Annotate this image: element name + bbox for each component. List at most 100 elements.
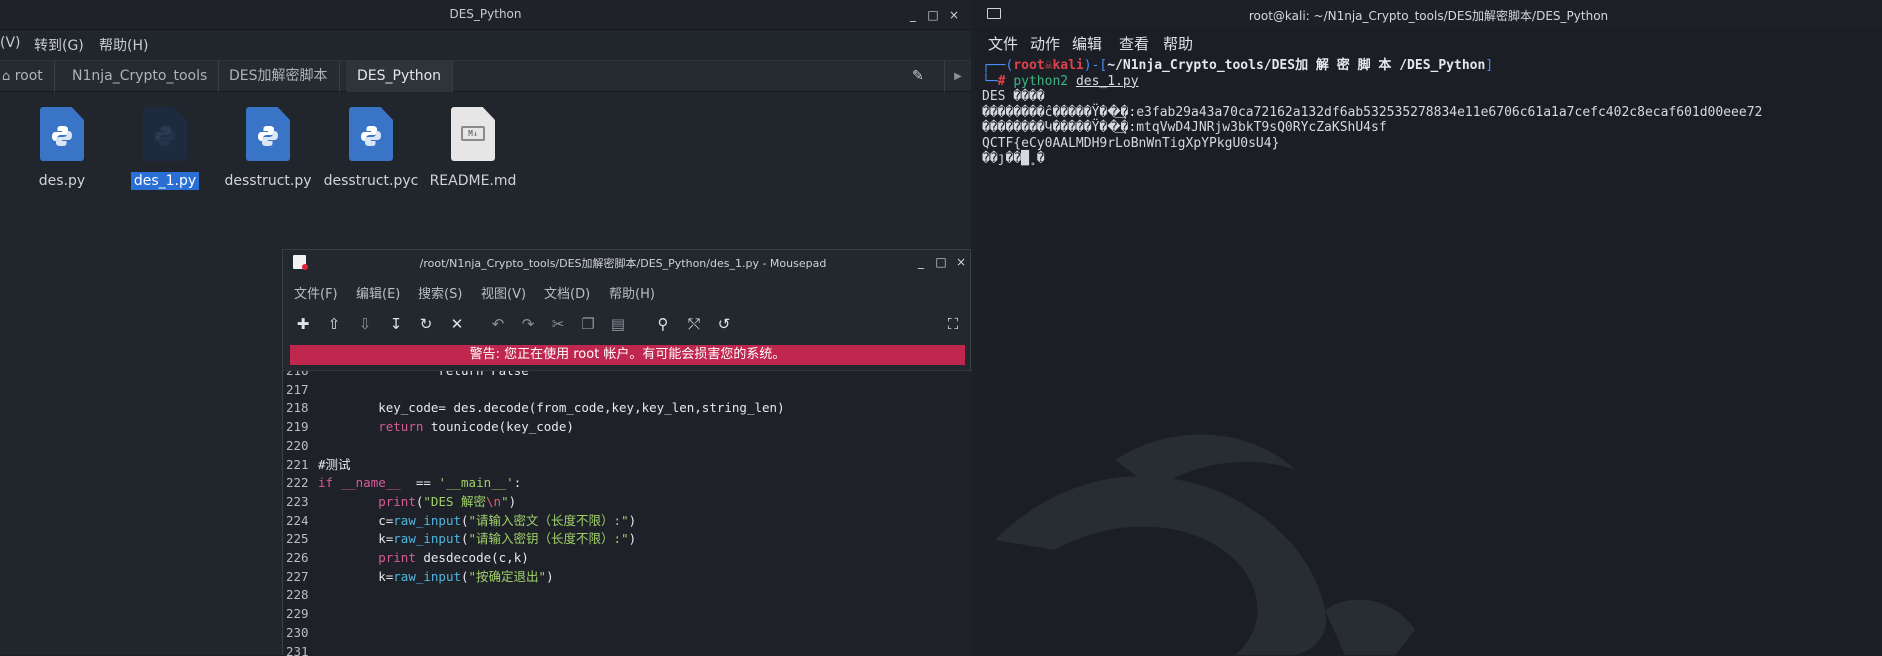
python-file-icon — [349, 107, 393, 161]
mousepad-maximize-button[interactable]: □ — [933, 254, 949, 270]
edit-path-icon[interactable]: ✎ — [912, 68, 924, 84]
mousepad-toolbar: ✚ ⇧ ⇩ ↧ ↻ ✕ ↶ ↷ ✂ ❐ ▤ ⚲ ⤲ ↺ ⛶ — [283, 310, 972, 338]
terminal-menu-action[interactable]: 动作 — [1030, 33, 1060, 54]
undo-icon[interactable]: ↶ — [488, 314, 508, 334]
menu-go[interactable]: 转到(G) — [34, 35, 84, 55]
file-manager-menubar: (V) 转到(G) 帮助(H) — [0, 30, 971, 56]
crumb-root-label: root — [15, 68, 43, 84]
close-button[interactable]: × — [946, 7, 962, 23]
mp-menu-edit[interactable]: 编辑(E) — [356, 283, 400, 302]
file-item[interactable]: desstruct.py — [216, 107, 320, 190]
code-line: 222if __name__ == '__main__': — [283, 474, 972, 493]
code-line: 224 c=raw_input("请输入密文（长度不限）:") — [283, 512, 972, 531]
terminal-menu-help[interactable]: 帮助 — [1163, 33, 1193, 54]
prompt-line-2: └─# python2 des_1.py — [982, 74, 1882, 90]
maximize-button[interactable]: □ — [925, 7, 941, 23]
prompt-path: ~/N1nja_Crypto_tools/DES加 解 密 脚 本 /DES_P… — [1107, 58, 1485, 73]
output-line: DES ���� — [982, 89, 1882, 105]
file-manager-titlebar: DES_Python _ □ × — [0, 0, 971, 30]
code-line: 229 — [283, 605, 972, 624]
mousepad-close-button[interactable]: × — [953, 254, 969, 270]
kali-dragon-watermark — [995, 420, 1515, 655]
new-document-icon[interactable]: ✚ — [293, 314, 313, 334]
terminal-menu-file[interactable]: 文件 — [988, 33, 1018, 54]
open-upload-icon[interactable]: ⇧ — [324, 314, 344, 334]
menu-view[interactable]: (V) — [0, 35, 21, 51]
crumb-des-scripts[interactable]: DES加解密脚本 — [218, 61, 340, 92]
code-line: 219 return tounicode(key_code) — [283, 418, 972, 437]
code-line: 221#测试 — [283, 456, 972, 475]
terminal-output[interactable]: ┌──(root☠kali)-[~/N1nja_Crypto_tools/DES… — [982, 58, 1882, 167]
file-name: des.py — [36, 172, 88, 190]
mp-menu-file[interactable]: 文件(F) — [294, 283, 338, 302]
crumb-ninja-tools[interactable]: N1nja_Crypto_tools — [61, 61, 219, 92]
file-item[interactable]: desstruct.pyc — [319, 107, 423, 190]
code-line: 218 key_code= des.decode(from_code,key,k… — [283, 399, 972, 418]
reload-icon[interactable]: ↻ — [416, 314, 436, 334]
output-line: ��������Կ�����Ÿ��͢�:mtqVwD4JNRjw3bkT9sQ0… — [982, 120, 1882, 136]
save-as-icon[interactable]: ↧ — [386, 314, 406, 334]
terminal-menu-view[interactable]: 查看 — [1119, 33, 1149, 54]
output-line: QCTF{eCy0AALMDH9rLoBnWnTigXpYPkgU0sU4} — [982, 136, 1882, 152]
redo-icon[interactable]: ↷ — [518, 314, 538, 334]
terminal-title: root@kali: ~/N1nja_Crypto_tools/DES加解密脚本… — [975, 7, 1882, 24]
minimize-button[interactable]: _ — [905, 7, 921, 23]
home-icon: ⌂ — [2, 69, 10, 84]
mousepad-titlebar: /root/N1nja_Crypto_tools/DES加解密脚本/DES_Py… — [283, 250, 972, 274]
prompt-host: kali — [1052, 58, 1083, 73]
file-manager-title: DES_Python — [0, 7, 971, 21]
path-forward-icon[interactable]: ▶ — [944, 61, 971, 92]
code-line: 228 — [283, 586, 972, 605]
code-line: 230 — [283, 624, 972, 643]
python-file-icon — [143, 107, 187, 161]
file-item-selected[interactable]: des_1.py — [113, 107, 217, 190]
mp-menu-search[interactable]: 搜索(S) — [418, 283, 462, 302]
paste-icon[interactable]: ▤ — [608, 314, 628, 334]
code-line: 225 k=raw_input("请输入密钥（长度不限）:") — [283, 530, 972, 549]
mousepad-window: /root/N1nja_Crypto_tools/DES加解密脚本/DES_Py… — [282, 249, 971, 655]
code-line: 220 — [283, 437, 972, 456]
output-line: ��������ĉ�����Ÿ��͢�:e3fab29a43a70ca72162… — [982, 105, 1882, 121]
markdown-file-icon: M↓ — [451, 107, 495, 161]
breadcrumb: ⌂ root N1nja_Crypto_tools DES加解密脚本 DES_P… — [0, 60, 971, 92]
file-name: desstruct.pyc — [321, 172, 422, 190]
menu-help[interactable]: 帮助(H) — [99, 35, 148, 55]
mp-menu-view[interactable]: 视图(V) — [481, 283, 526, 302]
terminal-titlebar: root@kali: ~/N1nja_Crypto_tools/DES加解密脚本… — [975, 0, 1882, 28]
prompt-line-1: ┌──(root☠kali)-[~/N1nja_Crypto_tools/DES… — [982, 58, 1882, 74]
output-line: ��ȷ��█˳� — [982, 151, 1882, 167]
file-item[interactable]: M↓ README.md — [421, 107, 525, 190]
code-line: 217 — [283, 381, 972, 400]
crumb-root[interactable]: ⌂ root — [0, 61, 55, 92]
code-editor[interactable]: 216 return False 217 218 key_code= des.d… — [283, 370, 972, 656]
root-warning-banner: 警告: 您正在使用 root 帐户。有可能会损害您的系统。 — [290, 345, 965, 365]
command: python2 — [1013, 74, 1068, 89]
code-line: 227 k=raw_input("按确定退出") — [283, 568, 972, 587]
python-file-icon — [246, 107, 290, 161]
mousepad-minimize-button[interactable]: _ — [913, 254, 929, 270]
code-line: 223 print("DES 解密\n") — [283, 493, 972, 512]
save-download-icon[interactable]: ⇩ — [355, 314, 375, 334]
terminal-window: root@kali: ~/N1nja_Crypto_tools/DES加解密脚本… — [975, 0, 1882, 655]
file-name: des_1.py — [131, 172, 199, 190]
file-item[interactable]: des.py — [10, 107, 114, 190]
code-line: 216 return False — [283, 370, 972, 381]
file-name: desstruct.py — [221, 172, 314, 190]
find-replace-icon[interactable]: ⤲ — [684, 314, 704, 334]
cut-icon[interactable]: ✂ — [548, 314, 568, 334]
python-file-icon — [40, 107, 84, 161]
code-line: 231 — [283, 643, 972, 656]
terminal-menu-edit[interactable]: 编辑 — [1072, 33, 1102, 54]
file-name: README.md — [427, 172, 520, 190]
mp-menu-help[interactable]: 帮助(H) — [609, 283, 655, 302]
close-document-icon[interactable]: ✕ — [447, 314, 467, 334]
mousepad-title: /root/N1nja_Crypto_tools/DES加解密脚本/DES_Py… — [303, 255, 943, 271]
command-arg: des_1.py — [1076, 74, 1139, 89]
fullscreen-icon[interactable]: ⛶ — [943, 314, 963, 334]
crumb-des-python[interactable]: DES_Python — [346, 61, 453, 92]
mp-menu-document[interactable]: 文档(D) — [544, 283, 590, 302]
search-icon[interactable]: ⚲ — [653, 314, 673, 334]
prompt-user: root — [1013, 58, 1044, 73]
copy-icon[interactable]: ❐ — [578, 314, 598, 334]
go-to-line-icon[interactable]: ↺ — [714, 314, 734, 334]
